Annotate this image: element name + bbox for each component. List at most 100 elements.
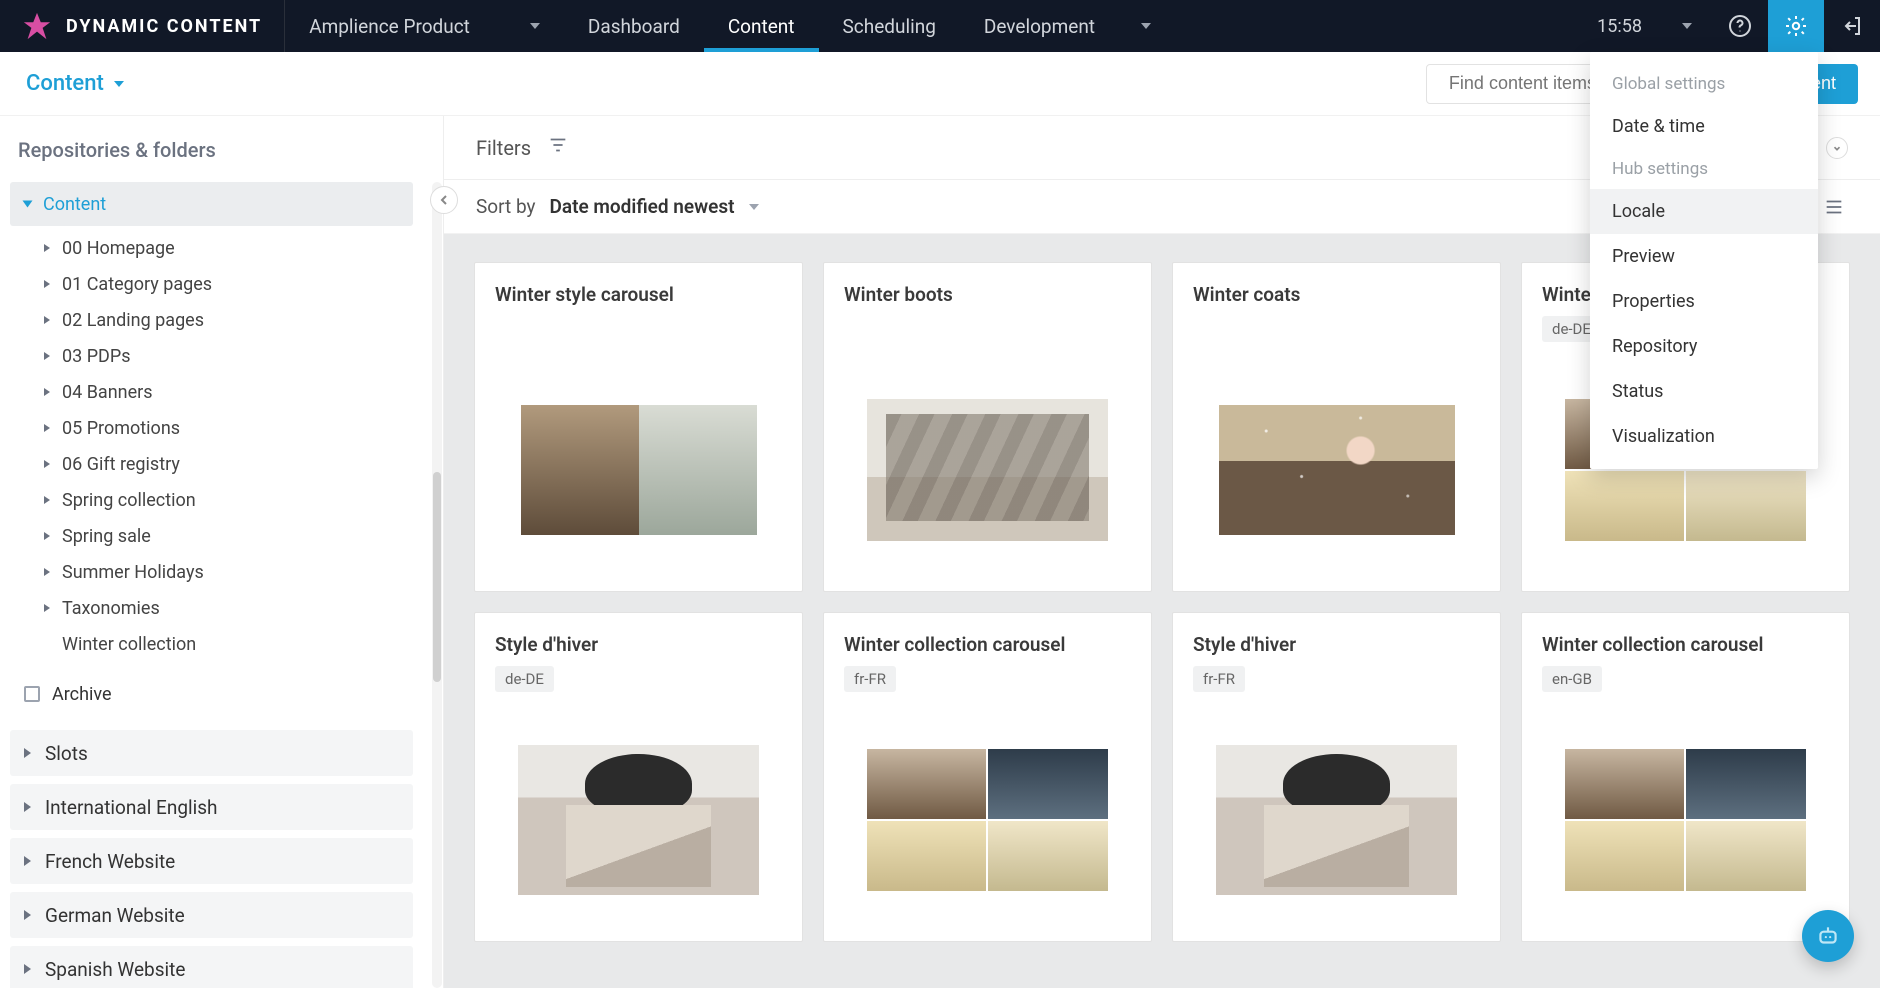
locale-badge: de-DE — [495, 666, 554, 692]
settings-item-preview[interactable]: Preview — [1590, 234, 1818, 279]
gear-icon — [1784, 14, 1808, 38]
view-list-button[interactable] — [1820, 195, 1848, 219]
sidepanel-title: Repositories & folders — [0, 116, 443, 182]
chevron-right-icon — [44, 532, 50, 540]
archive-toggle[interactable]: Archive — [10, 672, 413, 716]
card-thumb — [1173, 359, 1500, 591]
folder-spring-collection[interactable]: Spring collection — [10, 482, 413, 518]
card-title: Winter collection carousel — [844, 633, 1131, 656]
help-button[interactable] — [1712, 0, 1768, 52]
filters-button[interactable] — [547, 134, 569, 161]
chat-fab[interactable] — [1802, 910, 1854, 962]
folder-06-gift[interactable]: 06 Gift registry — [10, 446, 413, 482]
locale-badge: en-GB — [1542, 666, 1602, 692]
scrollbar-thumb[interactable] — [433, 472, 441, 682]
card-title: Style d'hiver — [495, 633, 782, 656]
filters-label: Filters — [476, 136, 531, 160]
folder-05-promotions[interactable]: 05 Promotions — [10, 410, 413, 446]
folder-summer-holidays[interactable]: Summer Holidays — [10, 554, 413, 590]
chevron-right-icon — [24, 964, 31, 974]
settings-item-locale[interactable]: Locale — [1590, 189, 1818, 234]
settings-global-header: Global settings — [1590, 64, 1818, 104]
chevron-right-icon — [44, 568, 50, 576]
content-dropdown[interactable]: Content — [26, 71, 124, 96]
tab-development-label: Development — [984, 15, 1095, 38]
card-thumb — [824, 709, 1151, 941]
chevron-right-icon — [44, 316, 50, 324]
chevron-right-icon — [44, 280, 50, 288]
content-card[interactable]: Winter boots — [823, 262, 1152, 592]
card-title: Winter coats — [1193, 283, 1480, 306]
folder-04-banners[interactable]: 04 Banners — [10, 374, 413, 410]
settings-menu: Global settings Date & time Hub settings… — [1590, 52, 1818, 469]
card-thumb — [824, 359, 1151, 591]
chevron-right-icon — [44, 460, 50, 468]
card-thumb — [1522, 709, 1849, 941]
folder-taxonomies[interactable]: Taxonomies — [10, 590, 413, 626]
repo-german-website[interactable]: German Website — [10, 892, 413, 938]
help-icon — [1728, 14, 1752, 38]
chevron-right-icon — [44, 388, 50, 396]
expand-filters-button[interactable] — [1826, 137, 1848, 159]
card-title: Winter boots — [844, 283, 1131, 306]
card-title: Winter style carousel — [495, 283, 782, 306]
content-card[interactable]: Style d'hiver de-DE — [474, 612, 803, 942]
archive-label: Archive — [52, 684, 112, 705]
tab-development[interactable]: Development — [960, 0, 1175, 52]
locale-badge: fr-FR — [1193, 666, 1245, 692]
tab-scheduling[interactable]: Scheduling — [819, 0, 960, 52]
chevron-down-icon — [1141, 23, 1151, 29]
brand: DYNAMIC CONTENT — [0, 0, 285, 52]
folder-01-category[interactable]: 01 Category pages — [10, 266, 413, 302]
folder-00-homepage[interactable]: 00 Homepage — [10, 230, 413, 266]
settings-button[interactable] — [1768, 0, 1824, 52]
chevron-right-icon — [44, 352, 50, 360]
collapse-sidepanel-button[interactable] — [430, 186, 458, 214]
tab-content[interactable]: Content — [704, 0, 819, 52]
logout-button[interactable] — [1824, 0, 1880, 52]
repo-spanish-website[interactable]: Spanish Website — [10, 946, 413, 988]
sidepanel-scroll[interactable]: Content 00 Homepage 01 Category pages 02… — [0, 182, 443, 988]
chevron-down-icon — [530, 23, 540, 29]
filter-icon — [547, 134, 569, 156]
brand-logo-icon — [22, 11, 52, 41]
card-thumb — [475, 709, 802, 941]
topbar: DYNAMIC CONTENT Amplience Product Dashbo… — [0, 0, 1880, 52]
folder-spring-sale[interactable]: Spring sale — [10, 518, 413, 554]
chevron-down-icon — [114, 81, 124, 87]
settings-item-repository[interactable]: Repository — [1590, 324, 1818, 369]
folder-winter-collection[interactable]: Winter collection — [10, 626, 413, 662]
repo-content[interactable]: Content — [10, 182, 413, 226]
sort-label: Sort by — [476, 195, 536, 218]
settings-item-status[interactable]: Status — [1590, 369, 1818, 414]
content-card[interactable]: Winter coats — [1172, 262, 1501, 592]
card-title: Style d'hiver — [1193, 633, 1480, 656]
settings-item-properties[interactable]: Properties — [1590, 279, 1818, 324]
content-card[interactable]: Winter collection carousel en-GB — [1521, 612, 1850, 942]
folder-02-landing[interactable]: 02 Landing pages — [10, 302, 413, 338]
repo-french-website[interactable]: French Website — [10, 838, 413, 884]
content-card[interactable]: Winter style carousel — [474, 262, 803, 592]
sort-value[interactable]: Date modified newest — [550, 195, 735, 218]
hub-switch[interactable]: Amplience Product — [285, 15, 564, 38]
chevron-right-icon — [44, 244, 50, 252]
card-title: Winter collection carousel — [1542, 633, 1829, 656]
chevron-down-icon — [23, 201, 33, 208]
chevron-right-icon — [24, 802, 31, 812]
hub-switch-label: Amplience Product — [309, 15, 470, 38]
settings-item-visualization[interactable]: Visualization — [1590, 414, 1818, 459]
folder-tree: 00 Homepage 01 Category pages 02 Landing… — [10, 230, 413, 662]
folder-03-pdps[interactable]: 03 PDPs — [10, 338, 413, 374]
content-dropdown-label: Content — [26, 71, 104, 96]
tab-dashboard[interactable]: Dashboard — [564, 0, 704, 52]
content-card[interactable]: Winter collection carousel fr-FR — [823, 612, 1152, 942]
time-switch[interactable]: 15:58 — [1577, 16, 1712, 37]
repo-international-english[interactable]: International English — [10, 784, 413, 830]
content-card[interactable]: Style d'hiver fr-FR — [1172, 612, 1501, 942]
settings-hub-header: Hub settings — [1590, 149, 1818, 189]
brand-name: DYNAMIC CONTENT — [66, 16, 262, 37]
settings-item-date-time[interactable]: Date & time — [1590, 104, 1818, 149]
chevron-right-icon — [44, 424, 50, 432]
repo-slots[interactable]: Slots — [10, 730, 413, 776]
chevron-right-icon — [24, 748, 31, 758]
